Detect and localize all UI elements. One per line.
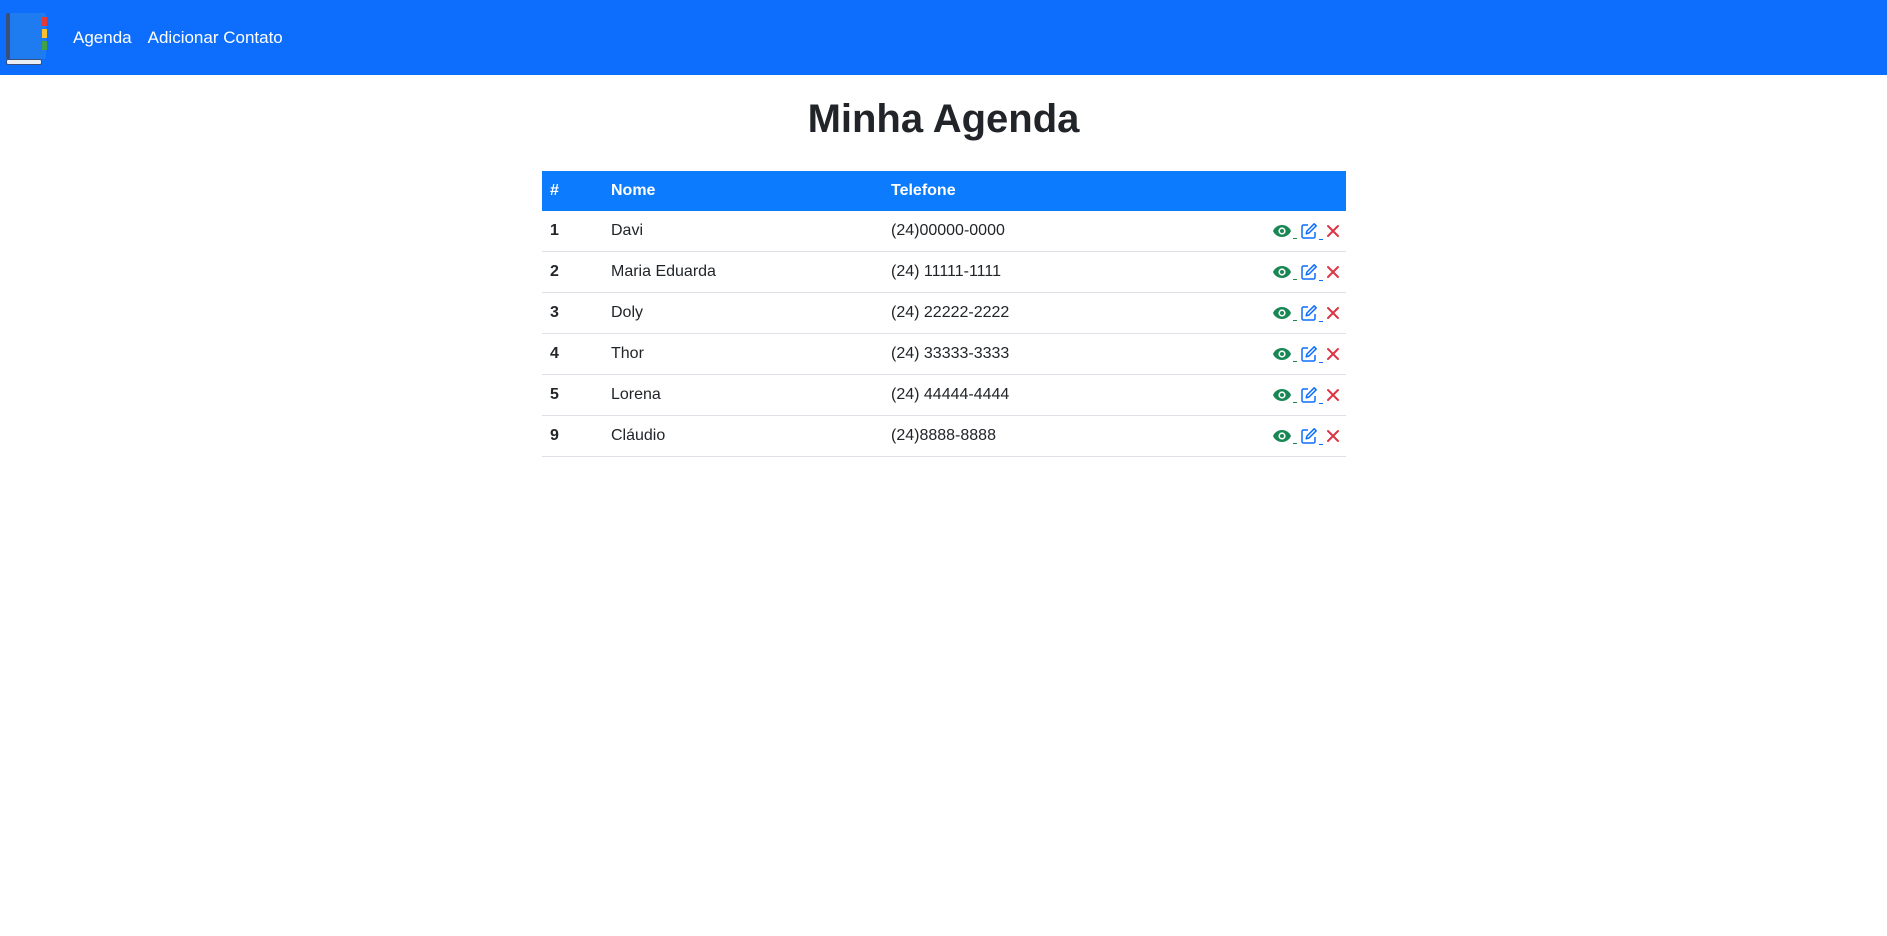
row-phone: (24) 44444-4444 xyxy=(883,374,1199,416)
contacts-table-container: # Nome Telefone 1 Davi (24)00000-0000 2 Mari… xyxy=(542,171,1346,457)
edit-icon[interactable] xyxy=(1300,427,1324,445)
row-name: Lorena xyxy=(603,374,883,416)
eye-icon[interactable] xyxy=(1272,428,1298,444)
row-phone: (24) 11111-1111 xyxy=(883,251,1199,293)
row-index: 1 xyxy=(542,211,603,252)
header-actions xyxy=(1199,171,1346,211)
close-icon[interactable] xyxy=(1326,265,1340,279)
row-actions xyxy=(1199,251,1346,293)
row-phone: (24) 33333-3333 xyxy=(883,333,1199,375)
row-index: 4 xyxy=(542,333,603,375)
row-index: 3 xyxy=(542,292,603,334)
close-icon[interactable] xyxy=(1326,306,1340,320)
eye-icon[interactable] xyxy=(1272,346,1298,362)
eye-icon[interactable] xyxy=(1272,387,1298,403)
edit-icon[interactable] xyxy=(1300,222,1324,240)
row-actions xyxy=(1199,211,1346,252)
navbar: Agenda Adicionar Contato xyxy=(0,0,1887,75)
header-name: Nome xyxy=(611,182,656,199)
eye-icon[interactable] xyxy=(1272,305,1298,321)
row-name: Davi xyxy=(603,211,883,252)
nav-links: Agenda Adicionar Contato xyxy=(73,28,299,48)
eye-icon[interactable] xyxy=(1272,264,1298,280)
contacts-table: # Nome Telefone 1 Davi (24)00000-0000 2 Mari… xyxy=(542,171,1346,457)
row-name: Doly xyxy=(603,292,883,334)
row-actions xyxy=(1199,415,1346,457)
table-row: 4 Thor (24) 33333-3333 xyxy=(542,333,1346,375)
header-index: # xyxy=(550,182,559,199)
nav-link-add-contact[interactable]: Adicionar Contato xyxy=(148,28,283,48)
table-row: 2 Maria Eduarda (24) 11111-1111 xyxy=(542,251,1346,293)
close-icon[interactable] xyxy=(1326,429,1340,443)
close-icon[interactable] xyxy=(1326,224,1340,238)
table-row: 3 Doly (24) 22222-2222 xyxy=(542,292,1346,334)
row-actions xyxy=(1199,292,1346,334)
close-icon[interactable] xyxy=(1326,347,1340,361)
row-name: Thor xyxy=(603,333,883,375)
row-phone: (24)00000-0000 xyxy=(883,211,1199,252)
row-actions xyxy=(1199,374,1346,416)
edit-icon[interactable] xyxy=(1300,263,1324,281)
row-phone: (24)8888-8888 xyxy=(883,415,1199,457)
edit-icon[interactable] xyxy=(1300,304,1324,322)
table-row: 5 Lorena (24) 44444-4444 xyxy=(542,374,1346,416)
row-index: 5 xyxy=(542,374,603,416)
row-name: Maria Eduarda xyxy=(603,251,883,293)
edit-icon[interactable] xyxy=(1300,386,1324,404)
table-row: 9 Cláudio (24)8888-8888 xyxy=(542,415,1346,457)
row-actions xyxy=(1199,333,1346,375)
row-index: 2 xyxy=(542,251,603,293)
address-book-logo-icon[interactable] xyxy=(2,12,50,65)
row-index: 9 xyxy=(542,415,603,457)
table-header-row: # Nome Telefone xyxy=(542,171,1346,211)
table-row: 1 Davi (24)00000-0000 xyxy=(542,211,1346,252)
edit-icon[interactable] xyxy=(1300,345,1324,363)
close-icon[interactable] xyxy=(1326,388,1340,402)
header-phone: Telefone xyxy=(891,182,956,199)
page-title: Minha Agenda xyxy=(807,97,1080,141)
nav-link-agenda[interactable]: Agenda xyxy=(73,28,132,48)
row-name: Cláudio xyxy=(603,415,883,457)
row-phone: (24) 22222-2222 xyxy=(883,292,1199,334)
eye-icon[interactable] xyxy=(1272,223,1298,239)
